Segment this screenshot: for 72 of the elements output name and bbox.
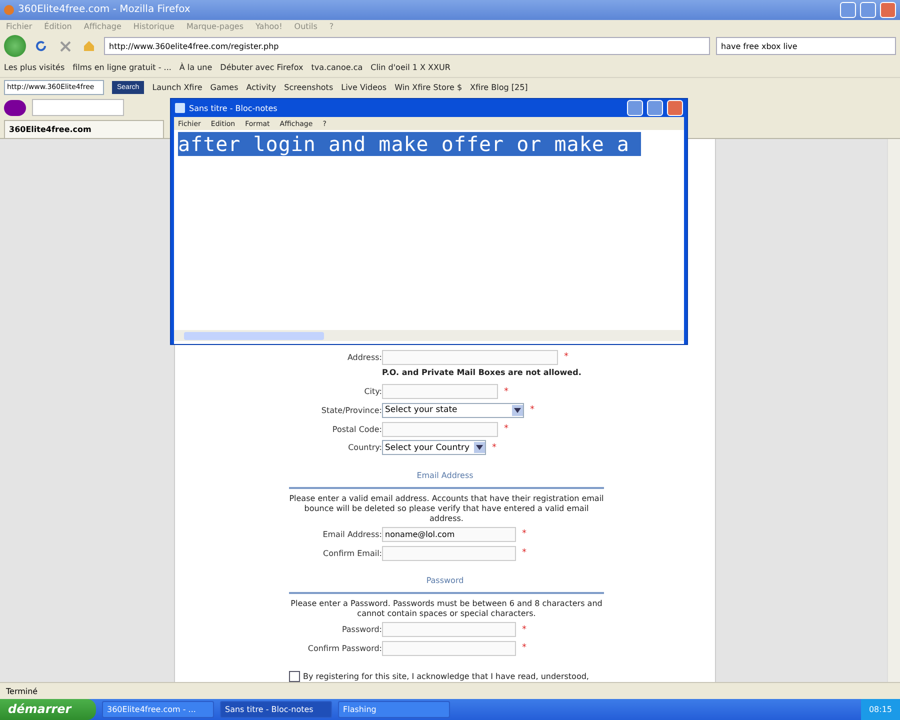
window-title: Sans titre - Bloc-notes [189,104,278,112]
field-label: Address: [346,352,382,362]
field-label: Password: [340,625,382,634]
caret-icon [476,445,483,450]
text-field[interactable] [382,422,498,437]
close-button[interactable] [667,100,683,116]
bookmark-link[interactable]: À la une [179,63,212,72]
scrollbar[interactable] [887,139,900,682]
bookmark-link[interactable]: tva.canoe.ca [311,63,363,72]
maximize-button[interactable] [647,100,663,116]
bookmark-link[interactable]: Clin d'oeil 1 X XXUR [370,63,450,72]
dropdown[interactable]: Select your state [382,402,524,418]
field-label: City: [363,387,382,396]
required-asterisk: * [522,643,526,654]
field-label: Confirm Email: [322,548,382,558]
bookmark-link[interactable]: Débuter avec Firefox [220,63,304,72]
required-asterisk: * [522,548,526,558]
browser-tab[interactable]: 360Elite4free.com [4,120,164,138]
toolbar-search-field[interactable] [32,99,124,116]
field-label: Country: [347,443,382,452]
clock: 08:15 [868,704,892,714]
selected-text: after login and make offer or make a [178,132,642,156]
instruction-text: Please enter a valid email address. Accounts that have their registration email bounce will be deleted so please verify that have entered a valid email address. [289,494,604,524]
minimize-button[interactable] [627,100,643,116]
taskbar-button[interactable]: Flashing [338,700,450,718]
bookmark-link[interactable]: Les plus visités [4,63,65,72]
back-button[interactable] [4,35,26,58]
required-asterisk: * [504,424,508,434]
text-field[interactable] [382,384,498,400]
required-asterisk: * [492,442,496,453]
checkbox-label: By registering for this site, I acknowledge that I have read, understood, [303,672,589,682]
close-button[interactable] [880,2,896,18]
toolbar-link[interactable]: Activity [246,82,276,92]
required-asterisk: * [522,624,526,635]
notice-text: P.O. and Private Mail Boxes are not allowed. [382,368,582,379]
caret-icon [514,408,521,413]
horizontal-scrollbar[interactable] [174,330,684,341]
checkbox[interactable] [289,671,300,682]
field-label: Email Address: [322,530,382,539]
taskbar-button[interactable]: 360Elite4free.com - ... [102,700,214,718]
toolbar-link[interactable]: Games [210,82,238,92]
section-heading: Password [425,576,465,585]
text-field[interactable] [382,546,516,561]
toolbar-link[interactable]: Launch Xfire [152,82,202,92]
text-field[interactable]: noname@lol.com [382,526,516,542]
required-asterisk: * [530,405,534,416]
required-asterisk: * [504,386,508,397]
text-field[interactable] [382,640,516,656]
field-label: Confirm Password: [306,644,382,653]
home-icon [83,40,95,52]
maximize-button[interactable] [860,2,876,18]
bookmark-link[interactable]: films en ligne gratuit - ... [72,63,172,72]
taskbar-button[interactable]: Sans titre - Bloc-notes [220,700,332,718]
dropdown[interactable]: Select your Country [382,440,486,456]
required-asterisk: * [522,529,526,540]
toolbar-link[interactable]: Live Videos [341,82,387,92]
instruction-text: Please enter a Password. Passwords must be between 6 and 8 characters and cannot contain spaces or special characters. [290,598,604,619]
toolbar-link[interactable]: Win Xfire Store $ [394,82,462,92]
required-asterisk: * [564,352,568,362]
window-title: 360Elite4free.com - Mozilla Firefox [18,4,192,16]
field-label: Postal Code: [331,424,382,434]
text-field[interactable] [382,622,516,638]
minimize-button[interactable] [840,2,856,18]
search-field[interactable]: have free xbox live [716,37,896,56]
text-field[interactable] [382,350,558,365]
stop-icon [60,40,70,52]
reload-icon [35,40,47,52]
section-heading: Email Address [416,470,474,480]
toolbar-link[interactable]: Screenshots [284,82,334,92]
toolbar-link[interactable]: Xfire Blog [25] [470,82,528,92]
url-field[interactable]: http://www.360elite4free.com/register.php [104,37,710,56]
field-label: State/Province: [320,406,382,415]
